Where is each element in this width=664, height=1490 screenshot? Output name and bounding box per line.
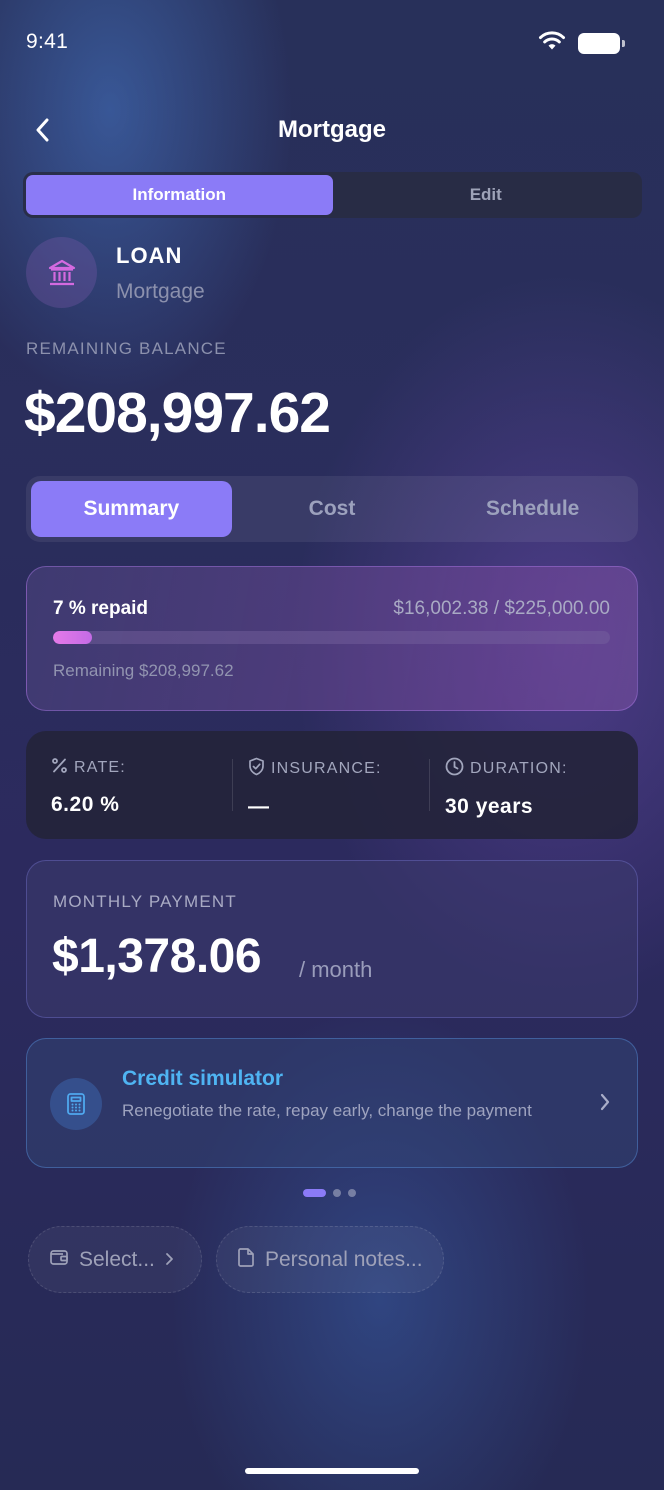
page-dot[interactable] (348, 1189, 356, 1197)
loan-name: Mortgage (116, 280, 205, 303)
credit-simulator-title: Credit simulator (122, 1067, 284, 1090)
monthly-payment-label: MONTHLY PAYMENT (53, 892, 237, 911)
rate-stat: RATE: 6.20 % (51, 757, 126, 817)
monthly-payment-value: $1,378.06 (52, 930, 262, 983)
tab-edit[interactable]: Edit (333, 175, 640, 215)
repayment-progress-fill (53, 631, 92, 644)
tab-cost[interactable]: Cost (232, 481, 433, 537)
tab-summary[interactable]: Summary (31, 481, 232, 537)
loan-stats-card: RATE: 6.20 % INSURANCE: — DURATION: 30 y… (26, 731, 638, 839)
repaid-percent: 7 % repaid (53, 598, 149, 619)
stat-divider (429, 759, 430, 811)
insurance-label: INSURANCE: (271, 760, 382, 777)
battery-icon (578, 33, 625, 54)
duration-label: DURATION: (470, 760, 568, 777)
remaining-balance-label: REMAINING BALANCE (26, 339, 227, 358)
page-dot[interactable] (303, 1189, 326, 1197)
page-dot[interactable] (333, 1189, 341, 1197)
wallet-icon (49, 1248, 69, 1272)
insurance-stat: INSURANCE: — (248, 757, 382, 819)
credit-simulator-description: Renegotiate the rate, repay early, chang… (122, 1101, 532, 1120)
chevron-right-icon (165, 1248, 174, 1272)
loan-type: LOAN (116, 243, 183, 268)
percent-icon (51, 757, 68, 779)
repaid-amounts: $16,002.38 / $225,000.00 (393, 598, 610, 619)
section-segmented-control: Summary Cost Schedule (26, 476, 638, 542)
status-icons (538, 30, 625, 57)
status-time: 9:41 (26, 30, 69, 53)
duration-value: 30 years (445, 795, 534, 818)
shield-icon (248, 757, 265, 781)
repayment-progress-card: 7 % repaid $16,002.38 / $225,000.00 Rema… (26, 566, 638, 711)
select-account-chip[interactable]: Select... (28, 1226, 202, 1293)
rate-label: RATE: (74, 759, 126, 776)
repayment-progress-bar (53, 631, 610, 644)
stat-divider (232, 759, 233, 811)
monthly-payment-card: MONTHLY PAYMENT $1,378.06 / month (26, 860, 638, 1018)
notes-chip-label: Personal notes... (265, 1247, 423, 1271)
wifi-icon (538, 30, 566, 57)
tab-schedule[interactable]: Schedule (432, 481, 633, 537)
credit-simulator-card[interactable]: Credit simulator Renegotiate the rate, r… (26, 1038, 638, 1168)
home-indicator[interactable] (245, 1468, 419, 1474)
remaining-balance-value: $208,997.62 (24, 381, 331, 445)
insurance-value: — (248, 795, 270, 818)
remaining-amount: Remaining $208,997.62 (53, 661, 234, 680)
tab-information[interactable]: Information (26, 175, 333, 215)
page-title: Mortgage (278, 116, 386, 143)
document-icon (237, 1247, 255, 1273)
rate-value: 6.20 % (51, 793, 120, 816)
page-indicator (303, 1189, 356, 1197)
chevron-right-icon (599, 1092, 611, 1117)
duration-stat: DURATION: 30 years (445, 757, 568, 819)
personal-notes-chip[interactable]: Personal notes... (216, 1226, 444, 1293)
monthly-payment-unit: / month (299, 957, 373, 982)
select-chip-label: Select... (79, 1247, 155, 1271)
calculator-icon (50, 1078, 102, 1130)
bank-icon (26, 237, 97, 308)
clock-icon (445, 757, 464, 781)
top-segmented-control: Information Edit (23, 172, 642, 218)
